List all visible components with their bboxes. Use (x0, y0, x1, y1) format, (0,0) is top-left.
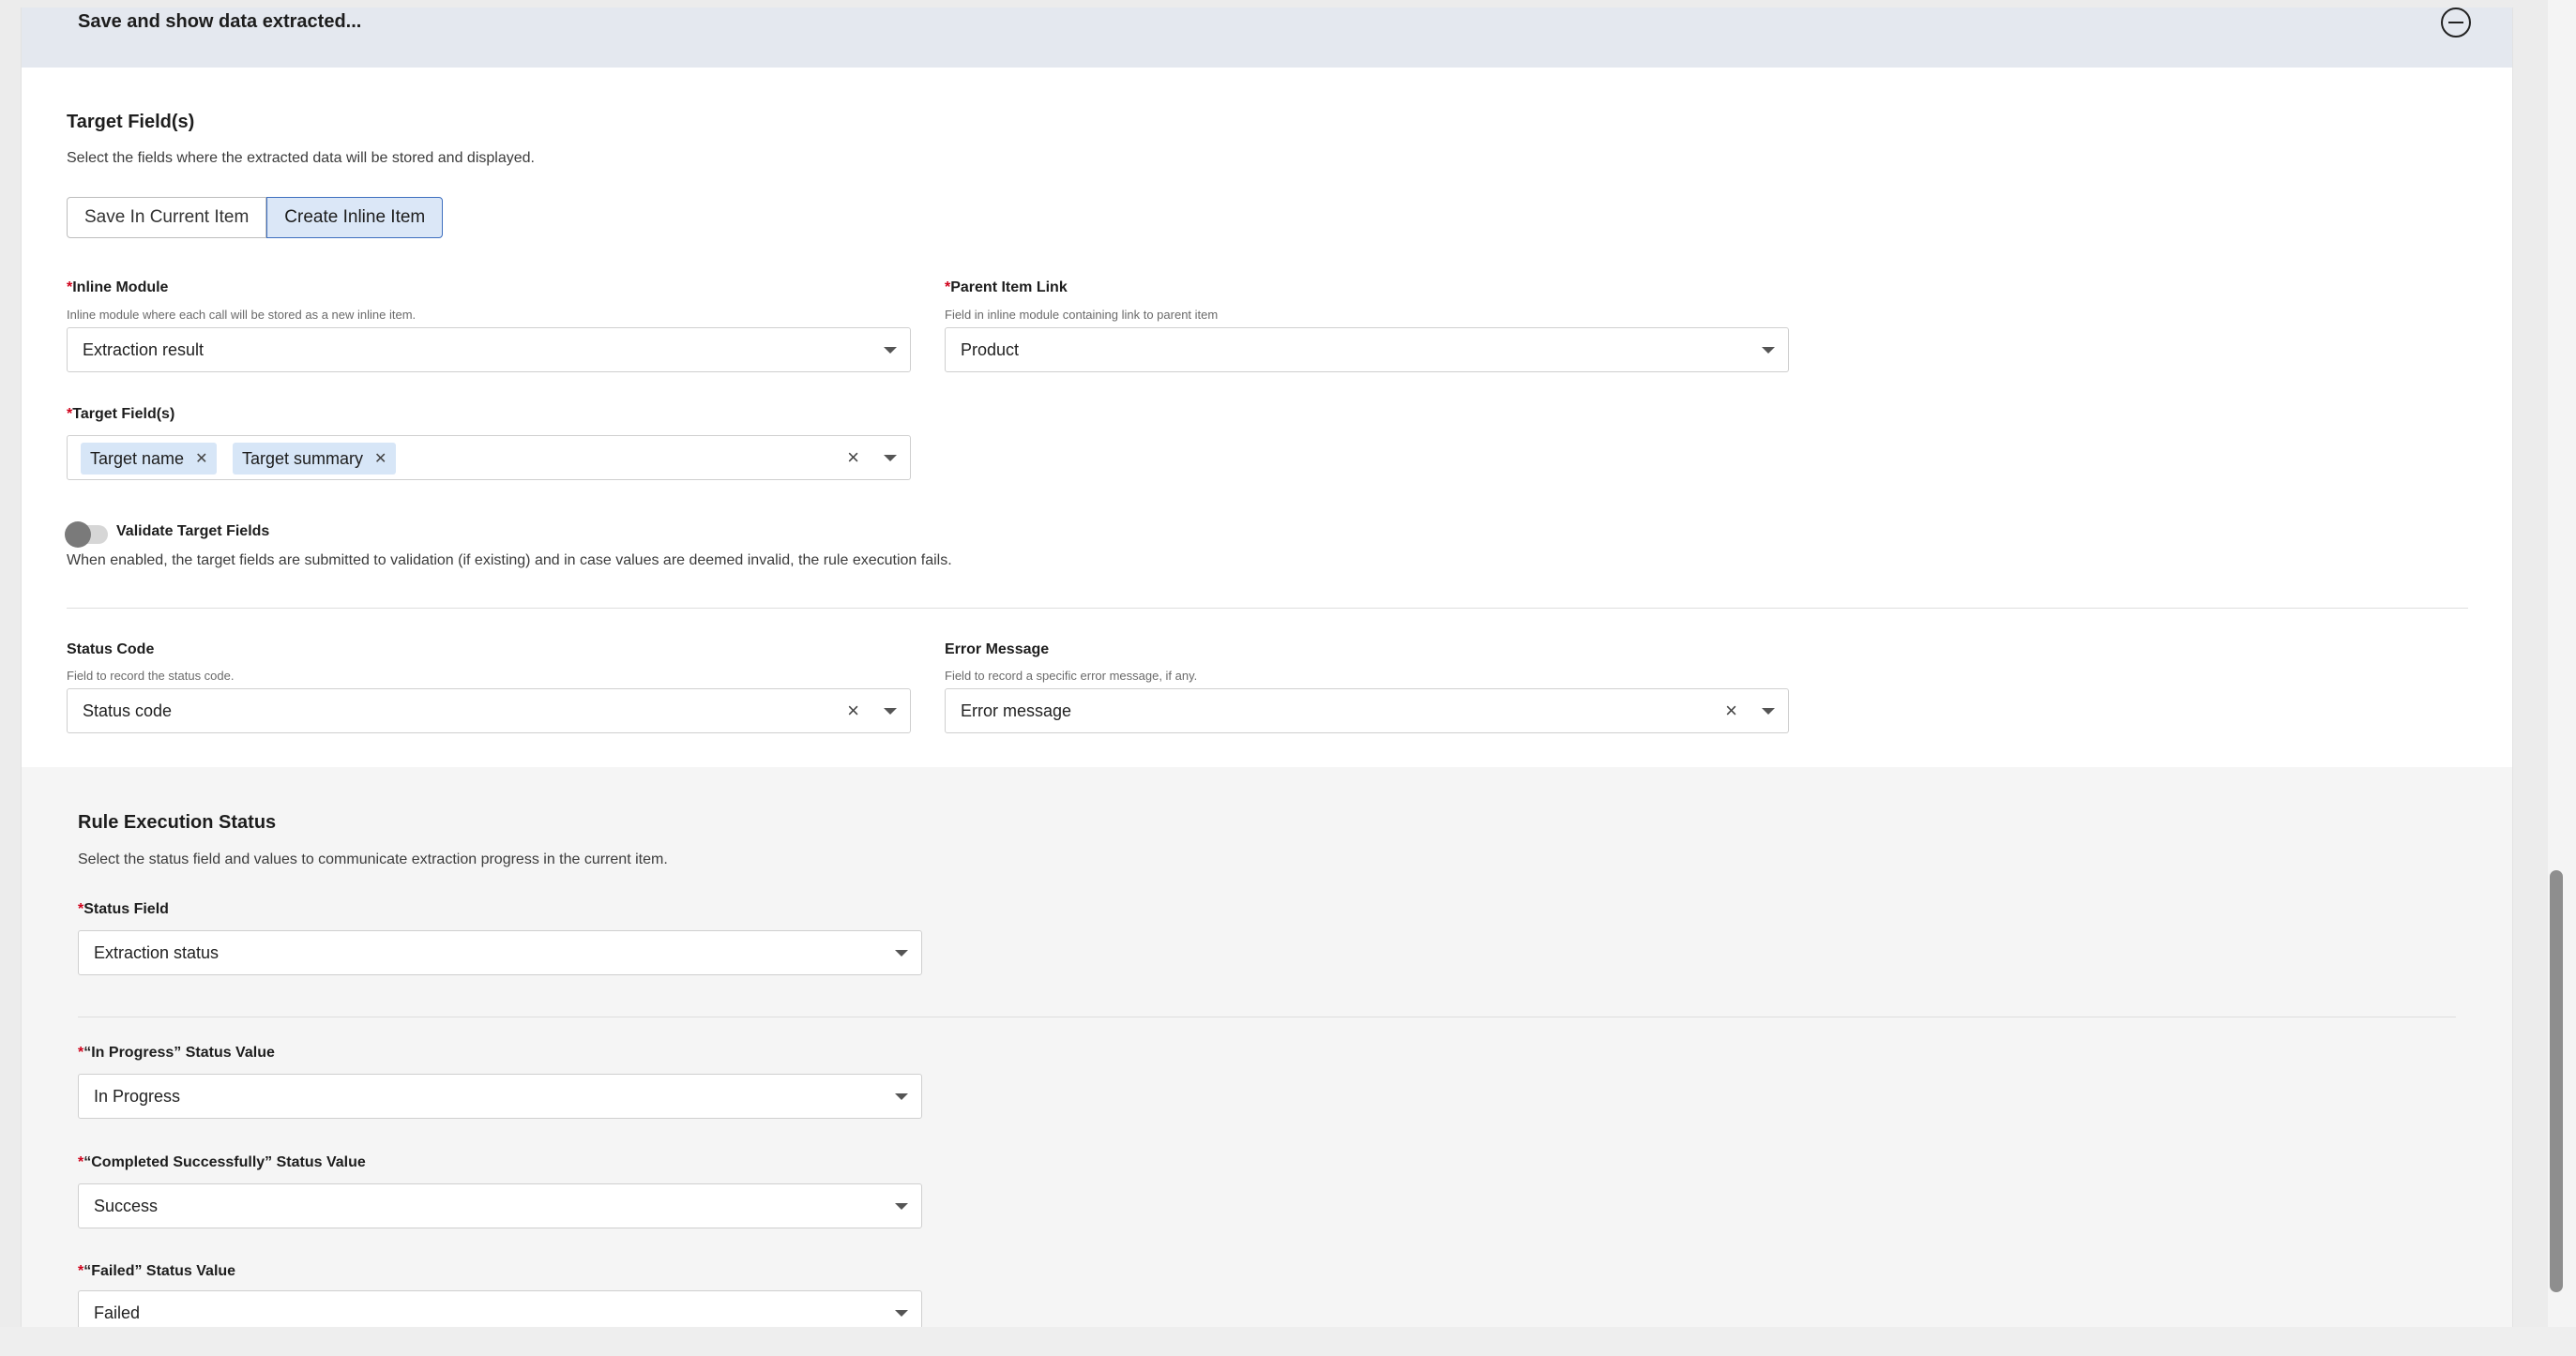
inline-module-select[interactable]: Extraction result (67, 327, 911, 372)
caret-down-icon (895, 950, 908, 957)
target-fields-label: *Target Field(s) (67, 406, 175, 422)
select-value: Product (961, 340, 1020, 359)
target-fields-section: Target Field(s) Select the fields where … (22, 68, 2512, 767)
scroll-viewport: Save and show data extracted... Target F… (0, 0, 2548, 1327)
save-mode-toggle: Save In Current Item Create Inline Item (67, 197, 444, 238)
select-value: Extraction status (94, 943, 220, 962)
parent-item-link-label: *Parent Item Link (945, 279, 1068, 295)
caret-down-icon (895, 1203, 908, 1210)
in-progress-status-label: *“In Progress” Status Value (78, 1045, 275, 1061)
rule-execution-status-section: Rule Execution Status Select the status … (22, 767, 2512, 1327)
close-icon[interactable]: × (847, 699, 859, 723)
close-icon[interactable]: × (847, 445, 859, 470)
caret-down-icon (884, 708, 897, 715)
scrollbar-thumb[interactable] (2550, 870, 2563, 1292)
bottom-strip (0, 1327, 2576, 1356)
validate-target-fields-toggle[interactable] (65, 521, 108, 548)
status-code-help: Field to record the status code. (67, 669, 235, 683)
section-title: Target Field(s) (67, 112, 195, 132)
select-value: Error message (961, 701, 1072, 720)
error-message-select[interactable]: Error message × (945, 688, 1789, 733)
caret-down-icon (884, 347, 897, 354)
caret-down-icon (1762, 347, 1775, 354)
create-inline-item-button[interactable]: Create Inline Item (266, 197, 444, 238)
status-field-label: *Status Field (78, 901, 169, 917)
failed-status-select[interactable]: Failed (78, 1290, 922, 1327)
caret-down-icon (895, 1310, 908, 1317)
caret-down-icon (884, 455, 897, 461)
failed-status-label: *“Failed” Status Value (78, 1263, 236, 1279)
select-value: Extraction result (83, 340, 205, 359)
select-value: Status code (83, 701, 173, 720)
save-in-current-item-button[interactable]: Save In Current Item (67, 197, 267, 238)
panel-header: Save and show data extracted... (22, 8, 2512, 68)
status-code-label: Status Code (67, 641, 155, 657)
select-value: Success (94, 1197, 159, 1215)
toggle-knob (65, 521, 91, 548)
error-message-label: Error Message (945, 641, 1050, 657)
target-fields-multiselect[interactable]: Target name ✕ Target summary ✕ × (67, 435, 911, 480)
chip-label: Target summary (242, 448, 364, 468)
parent-item-link-help: Field in inline module containing link t… (945, 308, 1219, 322)
inline-module-help: Inline module where each call will be st… (67, 308, 417, 322)
caret-down-icon (895, 1093, 908, 1100)
select-value: Failed (94, 1303, 141, 1322)
inline-module-label: *Inline Module (67, 279, 169, 295)
validate-description: When enabled, the target fields are subm… (67, 552, 952, 568)
caret-down-icon (1762, 708, 1775, 715)
in-progress-status-select[interactable]: In Progress (78, 1074, 922, 1119)
close-icon[interactable]: × (1725, 699, 1737, 723)
error-message-help: Field to record a specific error message… (945, 669, 1198, 683)
completed-status-select[interactable]: Success (78, 1183, 922, 1228)
completed-status-label: *“Completed Successfully” Status Value (78, 1154, 366, 1170)
validate-target-fields-label: Validate Target Fields (116, 523, 270, 539)
section-description: Select the status field and values to co… (78, 851, 668, 867)
select-value: In Progress (94, 1087, 181, 1106)
close-icon[interactable]: ✕ (374, 449, 386, 468)
chip-label: Target name (90, 448, 185, 468)
close-icon[interactable]: ✕ (195, 449, 207, 468)
section-description: Select the fields where the extracted da… (67, 150, 535, 166)
minus-circle-icon[interactable] (2441, 8, 2471, 38)
divider (67, 608, 2468, 609)
extraction-panel: Save and show data extracted... Target F… (21, 8, 2513, 1327)
status-field-select[interactable]: Extraction status (78, 930, 922, 975)
section-title: Rule Execution Status (78, 812, 277, 833)
parent-item-link-select[interactable]: Product (945, 327, 1789, 372)
chip-target-summary: Target summary ✕ (233, 443, 397, 475)
chip-target-name: Target name ✕ (81, 443, 218, 475)
panel-title: Save and show data extracted... (78, 11, 362, 32)
status-code-select[interactable]: Status code × (67, 688, 911, 733)
